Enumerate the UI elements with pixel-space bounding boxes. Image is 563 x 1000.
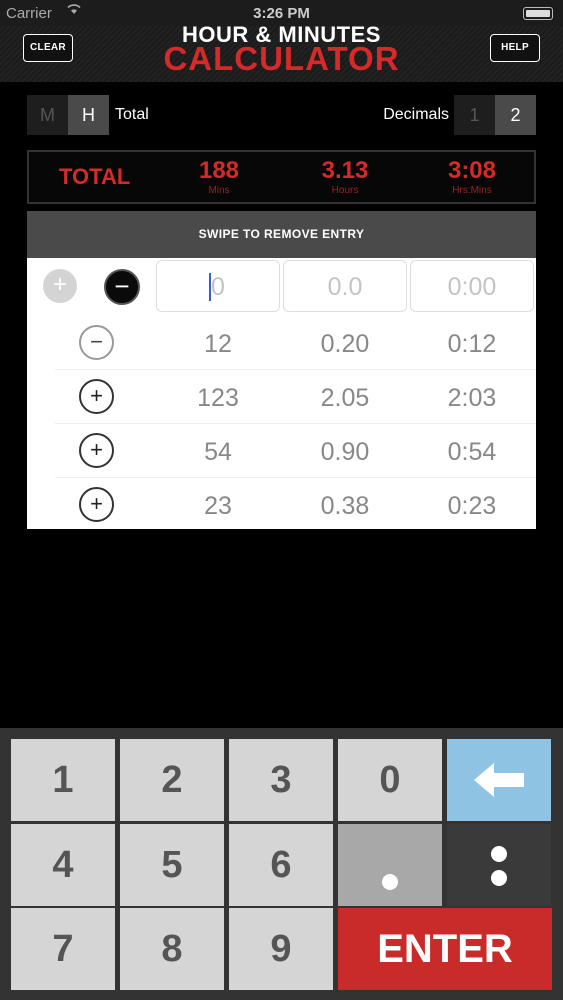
entry-row[interactable]: + 54 0.90 0:54	[55, 424, 536, 478]
mode-hours-toggle[interactable]: H	[68, 95, 109, 135]
help-button[interactable]: HELP	[490, 34, 540, 62]
colon-button[interactable]	[447, 824, 551, 906]
colon-icon	[491, 846, 507, 862]
swipe-hint-bar: SWIPE TO REMOVE ENTRY	[27, 211, 536, 258]
colon-icon	[491, 870, 507, 886]
hours-input[interactable]: 0.0	[283, 260, 407, 312]
mode-row: M H Total Decimals 1 2	[27, 95, 536, 135]
total-hours-unit: Hours	[331, 185, 359, 196]
text-cursor	[209, 273, 211, 301]
total-mode-label: Total	[115, 106, 149, 123]
entry-mins: 123	[197, 384, 239, 412]
key-7[interactable]: 7	[11, 908, 115, 990]
key-8[interactable]: 8	[120, 908, 224, 990]
mins-input-value: 0	[211, 273, 225, 301]
entry-row[interactable]: − 12 0.20 0:12	[55, 316, 536, 370]
total-mins: 188 Mins	[169, 157, 269, 197]
total-mins-unit: Mins	[208, 185, 230, 196]
key-0[interactable]: 0	[338, 739, 442, 821]
key-4[interactable]: 4	[11, 824, 115, 906]
total-hrsmins-unit: Hrs:Mins	[452, 185, 492, 196]
entry-mins: 23	[204, 492, 232, 520]
decimals-label: Decimals	[383, 106, 449, 123]
totals-panel: TOTAL 188 Mins 3.13 Hours 3:08 Hrs:Mins	[27, 150, 536, 204]
decimal-point-button[interactable]	[338, 824, 442, 906]
mins-input[interactable]: 0	[156, 260, 280, 312]
mode-minutes-toggle[interactable]: M	[27, 95, 68, 135]
dot-icon	[382, 874, 398, 890]
battery-icon	[523, 7, 553, 20]
plus-sign-button[interactable]: +	[79, 433, 114, 468]
key-3[interactable]: 3	[229, 739, 333, 821]
key-1[interactable]: 1	[11, 739, 115, 821]
status-time: 3:26 PM	[253, 5, 310, 22]
entry-hours: 0.90	[320, 438, 370, 466]
input-row: + − 0 0.0 0:00	[27, 258, 536, 316]
entry-hrsmins: 0:54	[447, 438, 497, 466]
left-arrow-icon	[474, 763, 524, 797]
total-hours: 3.13 Hours	[295, 157, 395, 197]
entries-list: + − 0 0.0 0:00 − 12 0.20 0:12 + 123 2.05…	[27, 258, 536, 529]
total-hours-value: 3.13	[321, 157, 369, 184]
hrsmins-input[interactable]: 0:00	[410, 260, 534, 312]
entry-mins: 54	[204, 438, 232, 466]
entry-row[interactable]: + 123 2.05 2:03	[55, 370, 536, 424]
entry-hours: 0.20	[320, 330, 370, 358]
total-label: TOTAL	[59, 164, 131, 189]
backspace-button[interactable]	[447, 739, 551, 821]
total-mins-value: 188	[198, 157, 240, 184]
subtract-entry-button[interactable]: −	[104, 269, 140, 305]
key-9[interactable]: 9	[229, 908, 333, 990]
entry-hrsmins: 2:03	[447, 384, 497, 412]
title-line-2: CALCULATOR	[163, 40, 400, 77]
key-5[interactable]: 5	[120, 824, 224, 906]
decimals-option-1[interactable]: 1	[454, 95, 495, 135]
app-header: CLEAR HOUR & MINUTES CALCULATOR HELP	[0, 22, 563, 82]
entry-hrsmins: 0:12	[447, 330, 497, 358]
entry-mins: 12	[204, 330, 232, 358]
entry-hours: 2.05	[320, 384, 370, 412]
entry-row[interactable]: + 23 0.38 0:23	[55, 478, 536, 532]
entry-hrsmins: 0:23	[447, 492, 497, 520]
total-hrsmins-value: 3:08	[447, 157, 497, 184]
key-6[interactable]: 6	[229, 824, 333, 906]
add-entry-button[interactable]: +	[43, 269, 77, 303]
plus-sign-button[interactable]: +	[79, 487, 114, 522]
keypad: 1 2 3 0 4 5 6 7 8 9 ENTER	[0, 728, 563, 1000]
plus-sign-button[interactable]: +	[79, 379, 114, 414]
key-2[interactable]: 2	[120, 739, 224, 821]
minus-sign-button[interactable]: −	[79, 325, 114, 360]
decimals-option-2[interactable]: 2	[495, 95, 536, 135]
enter-button[interactable]: ENTER	[338, 908, 552, 990]
total-hrsmins: 3:08 Hrs:Mins	[422, 157, 522, 197]
entry-hours: 0.38	[320, 492, 370, 520]
